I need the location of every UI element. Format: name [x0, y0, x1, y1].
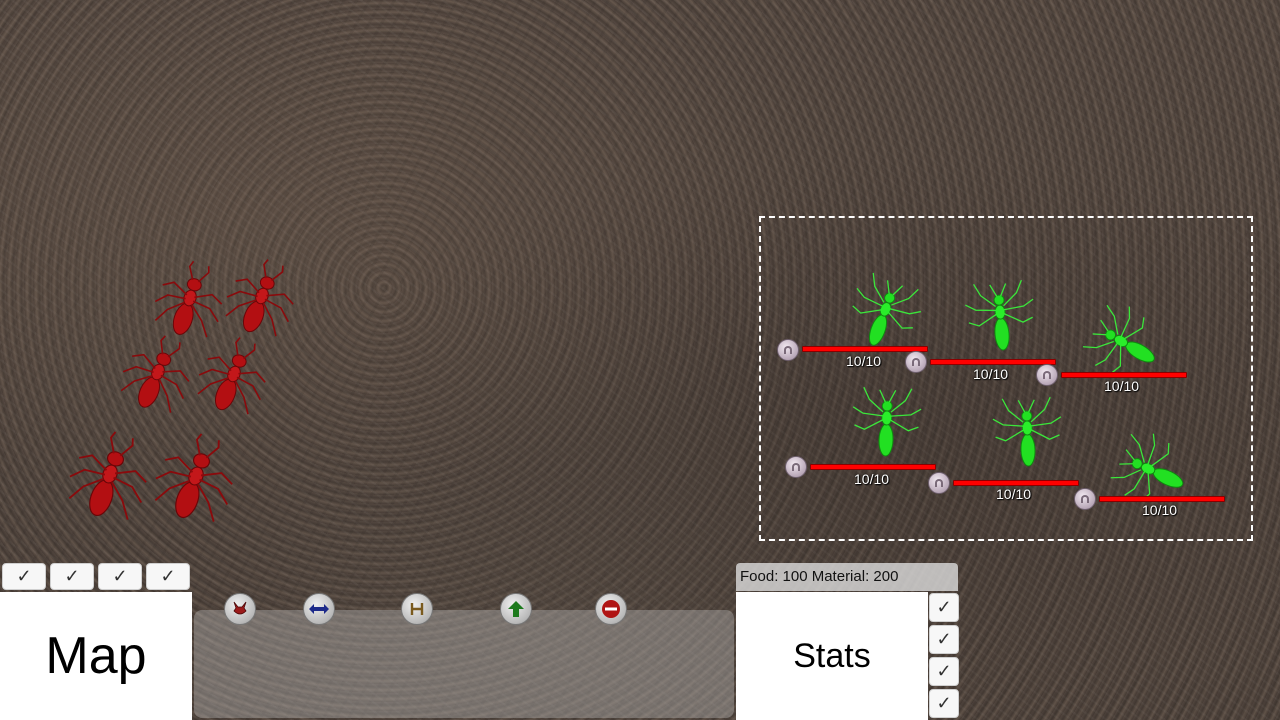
stats-toggle[interactable]: ✓	[929, 689, 959, 718]
enemy-ant[interactable]	[217, 249, 308, 345]
minimap-label: Map	[45, 627, 147, 685]
unit-health-text: 10/10	[846, 353, 882, 369]
unit-health-bar	[802, 346, 928, 352]
unit-health-bar	[930, 359, 1056, 365]
unit-type-icon	[1074, 488, 1096, 510]
hold-command-button[interactable]	[401, 593, 433, 625]
attack-command-button[interactable]	[224, 593, 256, 625]
unit-type-icon	[777, 339, 799, 361]
stats-toggle[interactable]: ✓	[929, 657, 959, 686]
enemy-ant[interactable]	[145, 423, 248, 532]
unit-type-icon	[905, 351, 927, 373]
unit-health-text: 10/10	[854, 471, 890, 487]
unit-type-icon	[785, 456, 807, 478]
stats-label: Stats	[793, 636, 871, 675]
map-toggle[interactable]: ✓	[146, 563, 190, 590]
enemy-ant[interactable]	[112, 325, 205, 422]
map-toggle[interactable]: ✓	[98, 563, 142, 590]
command-panel	[194, 610, 734, 718]
enemy-ant[interactable]	[189, 327, 280, 423]
unit-health-text: 10/10	[996, 486, 1032, 502]
unit-health-text: 10/10	[1104, 378, 1140, 394]
enemy-ant[interactable]	[59, 421, 162, 530]
move-command-button[interactable]	[303, 593, 335, 625]
upgrade-command-button[interactable]	[500, 593, 532, 625]
enemy-ant[interactable]	[147, 253, 235, 346]
stop-icon	[602, 600, 620, 618]
map-toggle[interactable]: ✓	[50, 563, 94, 590]
resource-counter: Food: 100 Material: 200	[736, 563, 958, 591]
unit-health-bar	[810, 464, 936, 470]
stats-toggle[interactable]: ✓	[929, 593, 959, 622]
map-toggle[interactable]: ✓	[2, 563, 46, 590]
hold-icon	[410, 603, 424, 615]
minimap-panel[interactable]: Map	[0, 592, 192, 720]
stats-panel[interactable]: Stats	[736, 592, 928, 720]
unit-type-icon	[1036, 364, 1058, 386]
up-arrow-icon	[508, 601, 524, 617]
unit-health-text: 10/10	[1142, 502, 1178, 518]
stop-command-button[interactable]	[595, 593, 627, 625]
unit-health-text: 10/10	[973, 366, 1009, 382]
double-arrow-icon	[309, 604, 329, 614]
stats-toggle[interactable]: ✓	[929, 625, 959, 654]
unit-type-icon	[928, 472, 950, 494]
ant-head-icon	[233, 601, 247, 615]
